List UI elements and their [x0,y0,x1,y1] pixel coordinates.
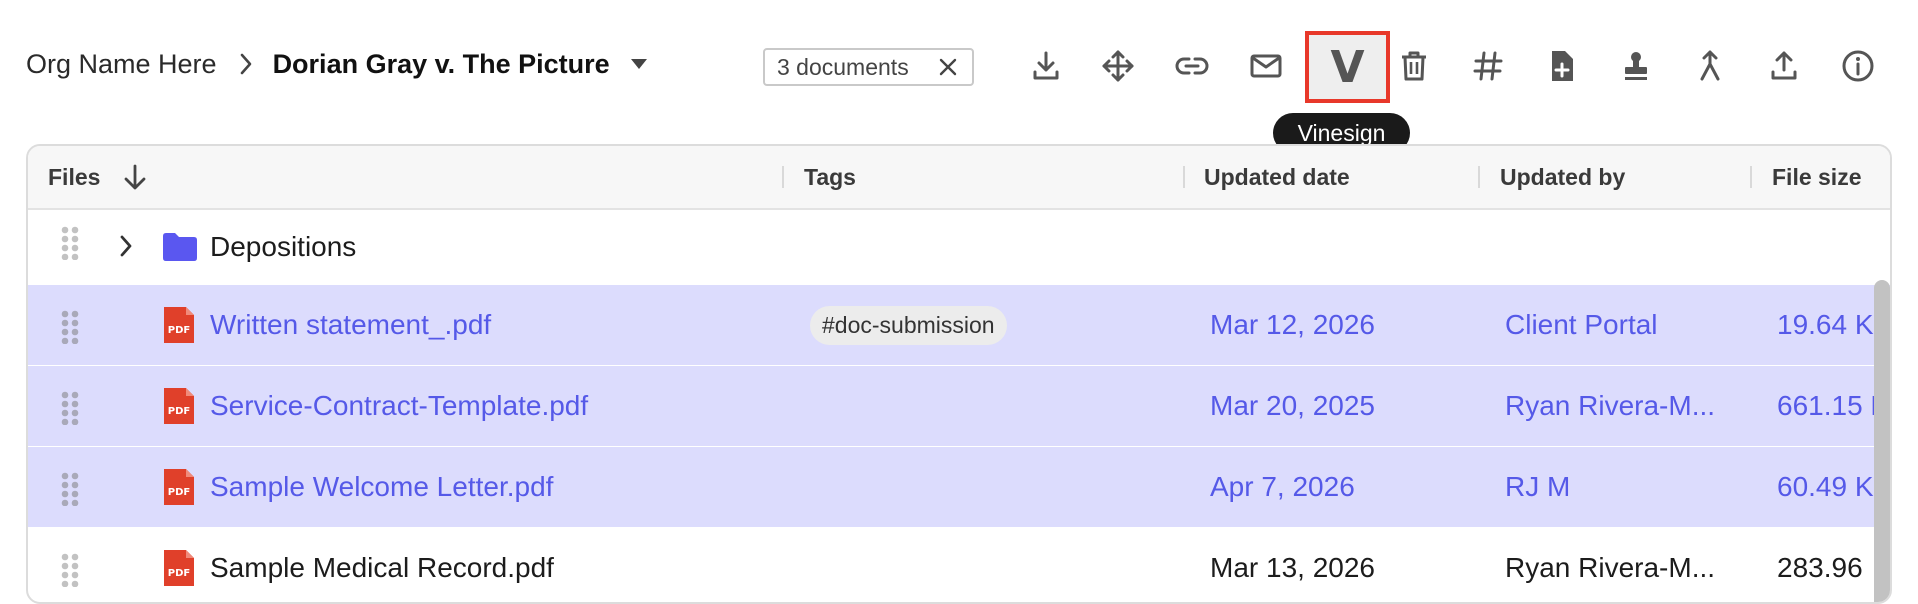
file-name[interactable]: Written statement_.pdf [210,285,491,365]
pdf-file-icon: PDF [162,305,196,350]
column-header-files[interactable]: Files [48,146,148,208]
move-icon[interactable] [1090,38,1146,94]
svg-text:PDF: PDF [168,568,190,579]
selection-count: 3 documents [777,53,909,80]
updated-date: Mar 12, 2026 [1210,309,1375,340]
file-name[interactable]: Sample Welcome Letter.pdf [210,447,553,527]
column-divider[interactable] [782,166,784,188]
tag-cell: #doc-submission [810,285,1007,365]
chevron-right-icon[interactable] [118,233,134,259]
svg-text:PDF: PDF [168,487,190,498]
breadcrumb-matter[interactable]: Dorian Gray v. The Picture [273,49,610,80]
file-size: 19.64 K [1777,309,1874,340]
hashtag-icon[interactable] [1460,38,1516,94]
column-divider[interactable] [1183,166,1185,188]
tag-chip[interactable]: #doc-submission [810,305,1007,345]
drag-handle-icon[interactable] [60,553,80,592]
file-size: 661.15 K [1777,390,1890,421]
vinesign-button[interactable]: V [1305,31,1390,103]
svg-text:PDF: PDF [168,406,190,417]
column-header-updated-by[interactable]: Updated by [1500,146,1625,208]
column-header-file-size[interactable]: File size [1772,146,1861,208]
drag-handle-icon[interactable] [60,472,80,511]
updated-date: Apr 7, 2026 [1210,471,1355,502]
link-icon[interactable] [1164,38,1220,94]
table-row[interactable]: PDF Service-Contract-Template.pdf Mar 20… [28,366,1890,447]
close-icon[interactable] [938,57,958,77]
selection-chip: 3 documents [763,48,974,86]
folder-name[interactable]: Depositions [210,208,356,285]
breadcrumb-org[interactable]: Org Name Here [26,49,217,80]
download-icon[interactable] [1018,38,1074,94]
column-header-updated-date[interactable]: Updated date [1204,146,1350,208]
drag-handle-icon[interactable] [60,226,80,265]
updated-by: Client Portal [1505,309,1658,340]
breadcrumb: Org Name Here Dorian Gray v. The Picture [26,46,648,82]
merge-icon[interactable] [1682,38,1738,94]
updated-by: RJ M [1505,471,1571,502]
column-header-tags[interactable]: Tags [804,146,856,208]
delete-icon[interactable] [1386,38,1442,94]
caret-down-icon[interactable] [630,58,648,70]
column-label-files: Files [48,163,101,190]
file-name[interactable]: Service-Contract-Template.pdf [210,366,588,446]
stamp-icon[interactable] [1608,38,1664,94]
chevron-right-icon [239,52,253,76]
pdf-file-icon: PDF [162,467,196,512]
svg-text:PDF: PDF [168,325,190,336]
email-icon[interactable] [1238,38,1294,94]
column-divider[interactable] [1478,166,1480,188]
sort-down-icon[interactable] [122,163,148,191]
table-row[interactable]: PDF Sample Welcome Letter.pdf Apr 7, 202… [28,447,1890,528]
folder-row[interactable]: Depositions [28,208,1890,286]
folder-icon [162,232,198,262]
table-header: Files Tags Updated date Updated by File … [28,146,1890,210]
drag-handle-icon[interactable] [60,391,80,430]
updated-date: Mar 20, 2025 [1210,390,1375,421]
drag-handle-icon[interactable] [60,310,80,349]
info-icon[interactable] [1830,38,1886,94]
vinesign-icon: V [1330,41,1365,93]
new-document-icon[interactable] [1534,38,1590,94]
pdf-file-icon: PDF [162,548,196,593]
table-row[interactable]: PDF Written statement_.pdf #doc-submissi… [28,285,1890,366]
files-table: Files Tags Updated date Updated by File … [26,144,1892,604]
column-divider[interactable] [1750,166,1752,188]
updated-by: Ryan Rivera-M... [1505,390,1716,421]
pdf-file-icon: PDF [162,386,196,431]
vertical-scrollbar[interactable] [1874,280,1890,602]
file-size: 60.49 K [1777,471,1874,502]
upload-icon[interactable] [1756,38,1812,94]
